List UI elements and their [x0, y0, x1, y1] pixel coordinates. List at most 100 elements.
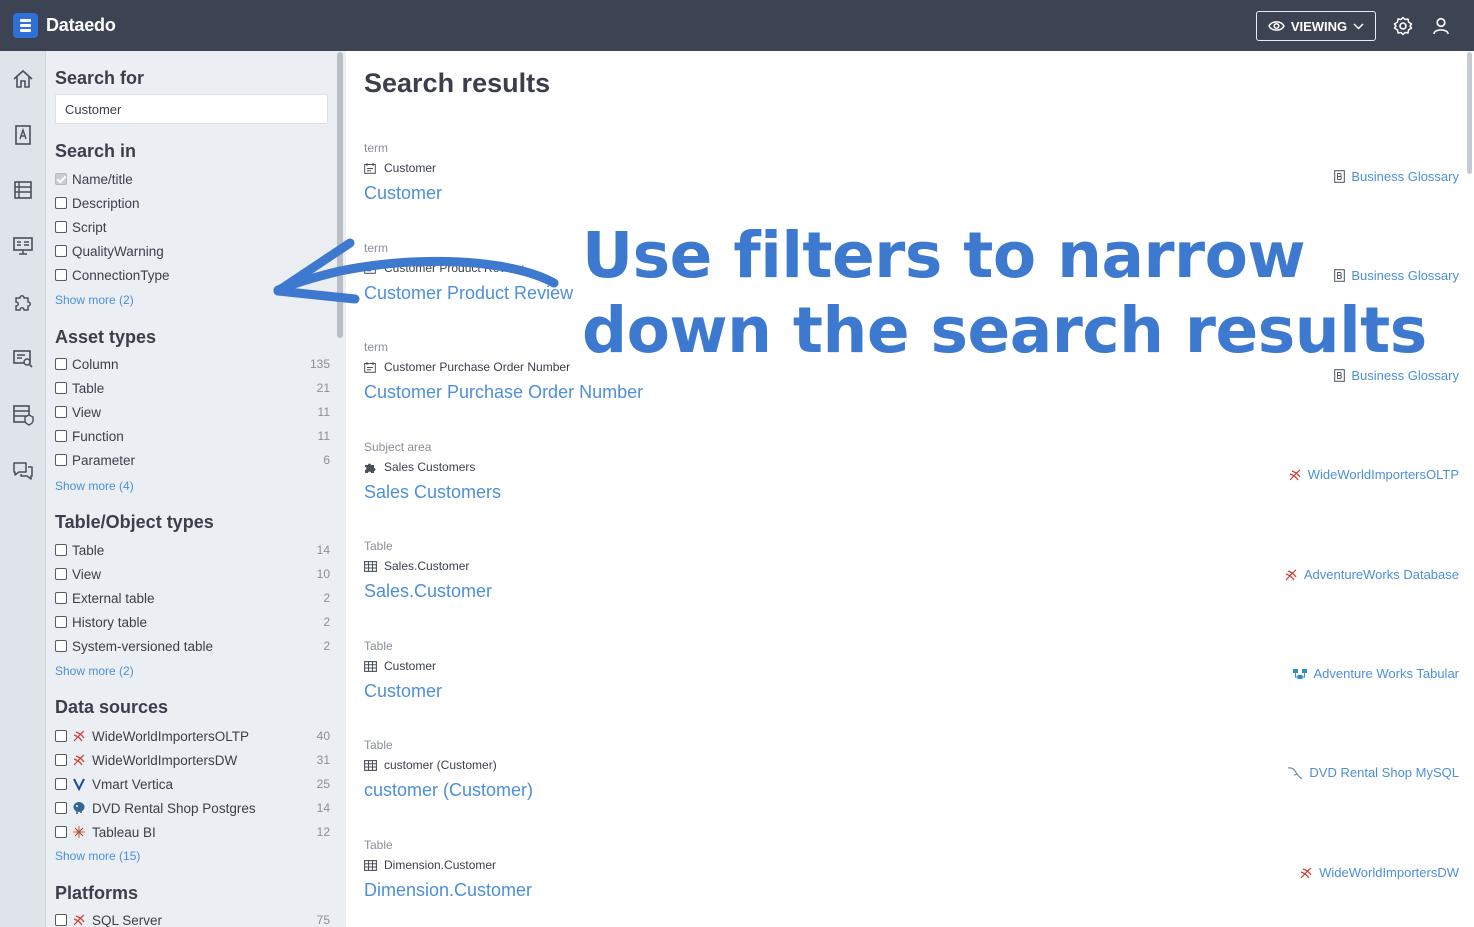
catalog-list-icon[interactable] [11, 178, 35, 202]
filters-panel: Search for Search in Name/title Descript… [46, 51, 346, 927]
platforms-title: Platforms [55, 883, 139, 903]
search-input[interactable] [55, 94, 328, 124]
table-icon [364, 560, 378, 572]
app-logo[interactable]: Dataedo [13, 13, 116, 38]
eye-icon [1267, 21, 1285, 31]
search-result-item: Table customer (Customer) customer (Cust… [364, 738, 1459, 833]
checkbox[interactable] [55, 245, 67, 257]
result-name-link[interactable]: customer (Customer) [364, 780, 533, 801]
filter-search-in-description[interactable]: Description [55, 193, 330, 213]
checkbox[interactable] [55, 173, 67, 185]
checkbox[interactable] [55, 358, 67, 370]
glossary-icon [1334, 170, 1346, 183]
checkbox[interactable] [55, 382, 67, 394]
checkbox[interactable] [55, 544, 67, 556]
result-source-link[interactable]: Business Glossary [1334, 169, 1459, 184]
filter-object-view[interactable]: View 10 [55, 564, 330, 584]
search-in-title: Search in [55, 141, 137, 161]
data-sources-show-more-link[interactable]: Show more (15) [55, 849, 140, 863]
filter-asset-view[interactable]: View 11 [55, 402, 330, 422]
result-name-link[interactable]: Sales.Customer [364, 581, 492, 602]
checkbox[interactable] [55, 754, 67, 766]
result-name-link[interactable]: Sales Customers [364, 482, 501, 503]
filter-source-tableau-bi[interactable]: Tableau BI 12 [55, 822, 330, 842]
data-quality-icon[interactable] [11, 403, 35, 427]
checkbox[interactable] [55, 221, 67, 233]
filter-asset-function[interactable]: Function 11 [55, 426, 330, 446]
result-type: term [364, 141, 388, 155]
checkbox[interactable] [55, 802, 67, 814]
presentation-icon[interactable] [11, 234, 35, 258]
result-source-link[interactable]: WideWorldImportersOLTP [1288, 467, 1459, 482]
checkbox[interactable] [55, 592, 67, 604]
filter-source-dvd-postgres[interactable]: DVD Rental Shop Postgres 14 [55, 798, 330, 818]
result-path: customer (Customer) [364, 758, 497, 772]
checkbox[interactable] [55, 406, 67, 418]
filter-platform-sql-server[interactable]: SQL Server 75 [55, 910, 330, 927]
user-profile-icon[interactable] [1430, 15, 1452, 37]
checkbox[interactable] [55, 430, 67, 442]
filter-search-in-name-title[interactable]: Name/title [55, 169, 330, 189]
result-source-link[interactable]: WideWorldImportersDW [1299, 865, 1459, 880]
result-source-link[interactable]: Business Glossary [1334, 368, 1459, 383]
filter-asset-column[interactable]: Column 135 [55, 354, 330, 374]
table-icon [364, 660, 378, 672]
search-for-title: Search for [55, 68, 145, 88]
result-name-link[interactable]: Customer [364, 183, 442, 204]
object-types-show-more-link[interactable]: Show more (2) [55, 664, 134, 678]
checkbox[interactable] [55, 640, 67, 652]
glossary-icon[interactable] [11, 123, 35, 147]
result-name-link[interactable]: Customer Purchase Order Number [364, 382, 643, 403]
result-type: Table [364, 838, 393, 852]
annotation-line-1: Use filters to narrow [582, 219, 1306, 292]
search-in-show-more-link[interactable]: Show more (2) [55, 293, 134, 307]
filter-object-external-table[interactable]: External table 2 [55, 588, 330, 608]
home-icon[interactable] [11, 67, 35, 91]
filter-source-wwi-dw[interactable]: WideWorldImportersDW 31 [55, 750, 330, 770]
result-source-link[interactable]: DVD Rental Shop MySQL [1287, 765, 1459, 780]
result-path: Customer [364, 659, 436, 673]
vertica-icon [72, 777, 86, 791]
filter-object-history-table[interactable]: History table 2 [55, 612, 330, 632]
page-title: Search results [364, 68, 551, 98]
checkbox[interactable] [55, 616, 67, 628]
viewing-mode-button[interactable]: VIEWING [1256, 11, 1376, 41]
result-source-link[interactable]: Adventure Works Tabular [1292, 666, 1459, 681]
chevron-down-icon [1353, 22, 1364, 30]
result-name-link[interactable]: Customer [364, 681, 442, 702]
result-type: Table [364, 539, 393, 553]
result-name-link[interactable]: Dimension.Customer [364, 880, 532, 901]
results-scrollbar[interactable] [1467, 52, 1472, 174]
postgres-icon [72, 801, 86, 815]
puzzle-icon[interactable] [11, 290, 35, 314]
result-type: term [364, 340, 388, 354]
checkbox[interactable] [55, 826, 67, 838]
filter-object-system-versioned-table[interactable]: System-versioned table 2 [55, 636, 330, 656]
result-type: Table [364, 738, 393, 752]
filter-asset-parameter[interactable]: Parameter 6 [55, 450, 330, 470]
conversations-icon[interactable] [11, 459, 35, 483]
glossary-icon [1334, 369, 1346, 382]
checkbox[interactable] [55, 454, 67, 466]
object-types-title: Table/Object types [55, 512, 214, 532]
filter-asset-table[interactable]: Table 21 [55, 378, 330, 398]
mysql-icon [1288, 766, 1303, 779]
filter-object-table[interactable]: Table 14 [55, 540, 330, 560]
checkbox[interactable] [55, 778, 67, 790]
filter-search-in-script[interactable]: Script [55, 217, 330, 237]
checkbox[interactable] [55, 568, 67, 580]
checkbox[interactable] [55, 197, 67, 209]
asset-types-show-more-link[interactable]: Show more (4) [55, 479, 134, 493]
checkbox[interactable] [55, 730, 67, 742]
filter-source-vmart-vertica[interactable]: Vmart Vertica 25 [55, 774, 330, 794]
settings-gear-icon[interactable] [1392, 15, 1414, 37]
search-results-area: Search results term Customer Customer Bu… [347, 51, 1467, 927]
result-source-link[interactable]: AdventureWorks Database [1284, 567, 1459, 582]
checkbox[interactable] [55, 914, 67, 926]
filter-source-wwi-oltp[interactable]: WideWorldImportersOLTP 40 [55, 726, 330, 746]
table-icon [364, 759, 378, 771]
search-result-item: Table Sales.Customer Sales.Customer Adve… [364, 539, 1459, 634]
sql-server-icon [1300, 867, 1312, 878]
checkbox[interactable] [55, 269, 67, 281]
search-data-icon[interactable] [11, 347, 35, 371]
